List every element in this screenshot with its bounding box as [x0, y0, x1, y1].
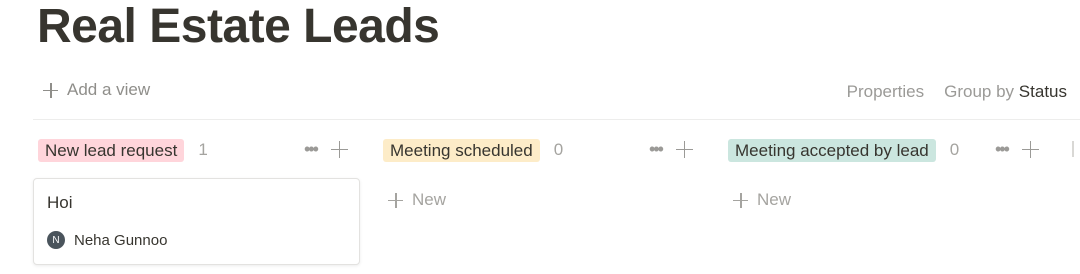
- new-card-button[interactable]: New: [733, 190, 791, 210]
- more-dots-icon[interactable]: •••: [304, 139, 319, 159]
- status-tag[interactable]: New lead request: [38, 138, 185, 162]
- column-header-meeting-accepted: Meeting accepted by lead 0: [728, 138, 959, 162]
- column-header-new-lead-request: New lead request 1: [38, 138, 208, 162]
- card-person: N Neha Gunnoo: [47, 231, 167, 249]
- view-toolbar: Add a view Properties Group by Status: [33, 78, 1080, 108]
- column-count: 0: [553, 140, 564, 159]
- next-column-edge: [1072, 141, 1074, 157]
- column-header-meeting-scheduled: Meeting scheduled 0: [383, 138, 563, 162]
- new-card-button[interactable]: New: [388, 190, 446, 210]
- group-by-button[interactable]: Group by Status: [944, 82, 1067, 102]
- status-tag[interactable]: Meeting accepted by lead: [728, 138, 936, 162]
- view-options: Properties Group by Status: [847, 82, 1067, 102]
- group-by-value: Status: [1018, 82, 1067, 101]
- column-count: 0: [949, 140, 960, 159]
- add-view-label: Add a view: [67, 80, 151, 99]
- plus-icon[interactable]: [330, 140, 348, 158]
- group-by-label: Group by: [944, 82, 1015, 101]
- plus-icon: [43, 82, 58, 98]
- more-dots-icon[interactable]: •••: [995, 139, 1010, 159]
- plus-icon: [733, 192, 748, 208]
- status-tag[interactable]: Meeting scheduled: [383, 138, 540, 162]
- person-name: Neha Gunnoo: [74, 231, 168, 249]
- more-dots-icon[interactable]: •••: [649, 139, 664, 159]
- plus-icon[interactable]: [1021, 140, 1039, 158]
- column-actions: •••: [649, 139, 693, 159]
- avatar: N: [47, 231, 65, 249]
- add-view-button[interactable]: Add a view: [43, 80, 150, 100]
- column-actions: •••: [995, 139, 1039, 159]
- properties-button[interactable]: Properties: [847, 82, 924, 102]
- toolbar-divider: [33, 119, 1080, 120]
- column-count: 1: [198, 140, 208, 159]
- new-card-label: New: [412, 190, 447, 209]
- plus-icon: [388, 192, 403, 208]
- board-card[interactable]: Hoi N Neha Gunnoo: [33, 178, 360, 265]
- plus-icon[interactable]: [675, 140, 693, 158]
- page-title[interactable]: Real Estate Leads: [37, 0, 440, 54]
- new-card-label: New: [757, 190, 792, 209]
- card-title: Hoi: [47, 193, 73, 212]
- column-actions: •••: [304, 139, 348, 159]
